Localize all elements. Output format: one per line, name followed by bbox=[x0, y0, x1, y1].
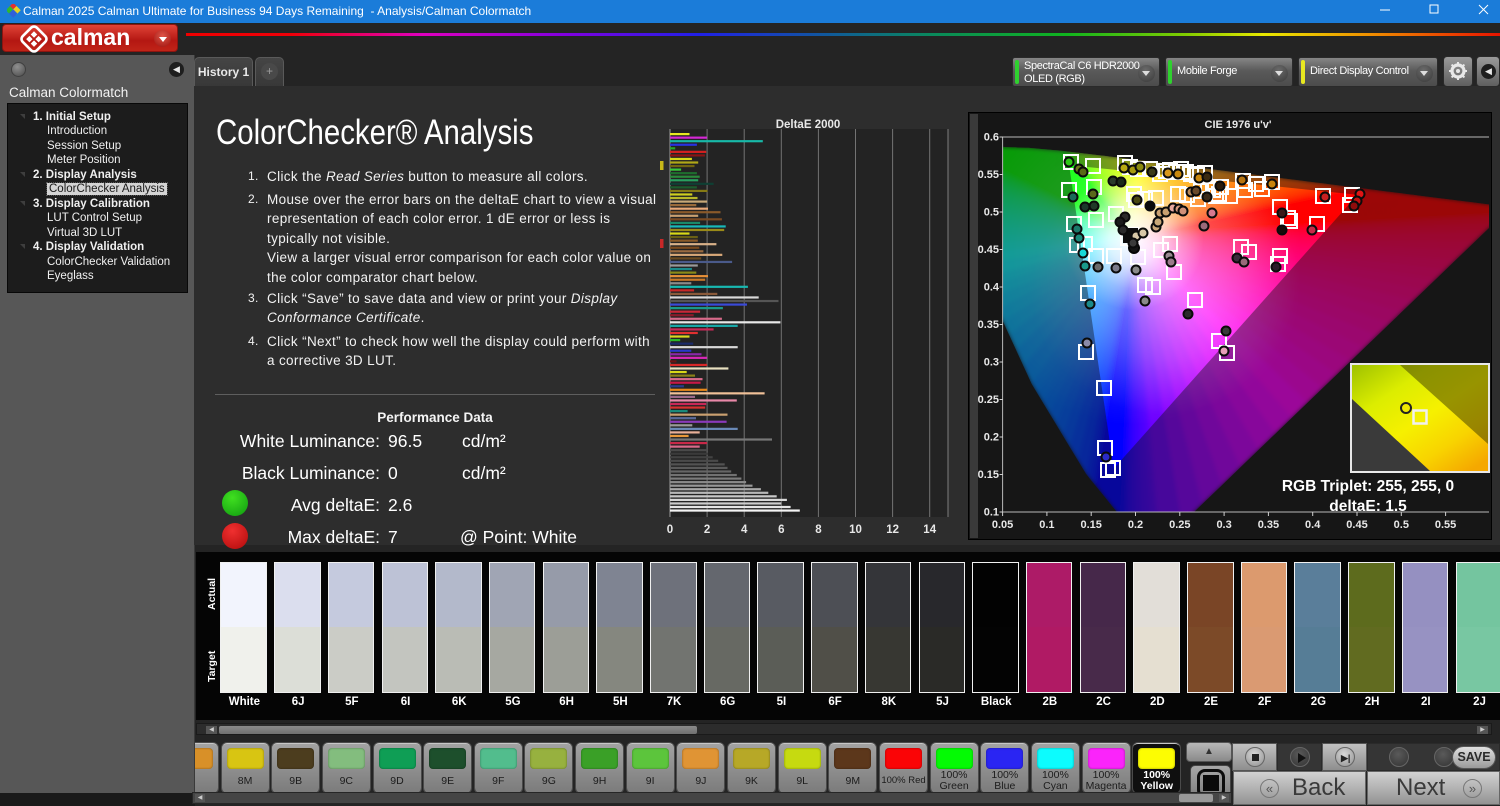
svg-text:0.55: 0.55 bbox=[978, 169, 999, 181]
svg-text:0.2: 0.2 bbox=[984, 432, 999, 444]
svg-text:0.15: 0.15 bbox=[978, 469, 999, 481]
svg-text:8: 8 bbox=[815, 524, 822, 536]
svg-text:0.1: 0.1 bbox=[984, 507, 999, 519]
svg-text:0.3: 0.3 bbox=[1216, 519, 1231, 531]
svg-text:6: 6 bbox=[778, 524, 784, 536]
svg-text:DeltaE 2000: DeltaE 2000 bbox=[776, 119, 841, 131]
svg-text:CIE 1976 u'v': CIE 1976 u'v' bbox=[1205, 119, 1272, 131]
svg-text:0.05: 0.05 bbox=[992, 519, 1013, 531]
svg-text:0.45: 0.45 bbox=[1346, 519, 1367, 531]
svg-text:0.4: 0.4 bbox=[1305, 519, 1321, 531]
svg-text:0.45: 0.45 bbox=[978, 244, 999, 256]
svg-text:0.55: 0.55 bbox=[1435, 519, 1456, 531]
svg-text:0.2: 0.2 bbox=[1128, 519, 1143, 531]
svg-text:2: 2 bbox=[704, 524, 710, 536]
svg-text:0: 0 bbox=[667, 524, 673, 536]
svg-text:12: 12 bbox=[886, 524, 899, 536]
svg-text:0.4: 0.4 bbox=[984, 282, 1000, 294]
svg-text:0.15: 0.15 bbox=[1080, 519, 1101, 531]
svg-text:0.1: 0.1 bbox=[1039, 519, 1054, 531]
svg-text:0.25: 0.25 bbox=[1169, 519, 1190, 531]
svg-text:0.25: 0.25 bbox=[978, 394, 999, 406]
svg-text:4: 4 bbox=[741, 524, 748, 536]
svg-text:0.5: 0.5 bbox=[984, 207, 999, 219]
svg-text:RGB Triplet: 255, 255, 0: RGB Triplet: 255, 255, 0 bbox=[1282, 478, 1454, 495]
svg-text:0.35: 0.35 bbox=[978, 319, 999, 331]
svg-text:0.5: 0.5 bbox=[1394, 519, 1409, 531]
svg-text:0.6: 0.6 bbox=[984, 132, 999, 144]
svg-text:deltaE: 1.5: deltaE: 1.5 bbox=[1329, 498, 1407, 515]
svg-text:0.3: 0.3 bbox=[984, 357, 999, 369]
svg-text:14: 14 bbox=[923, 524, 936, 536]
svg-text:10: 10 bbox=[849, 524, 862, 536]
svg-text:0.35: 0.35 bbox=[1258, 519, 1279, 531]
